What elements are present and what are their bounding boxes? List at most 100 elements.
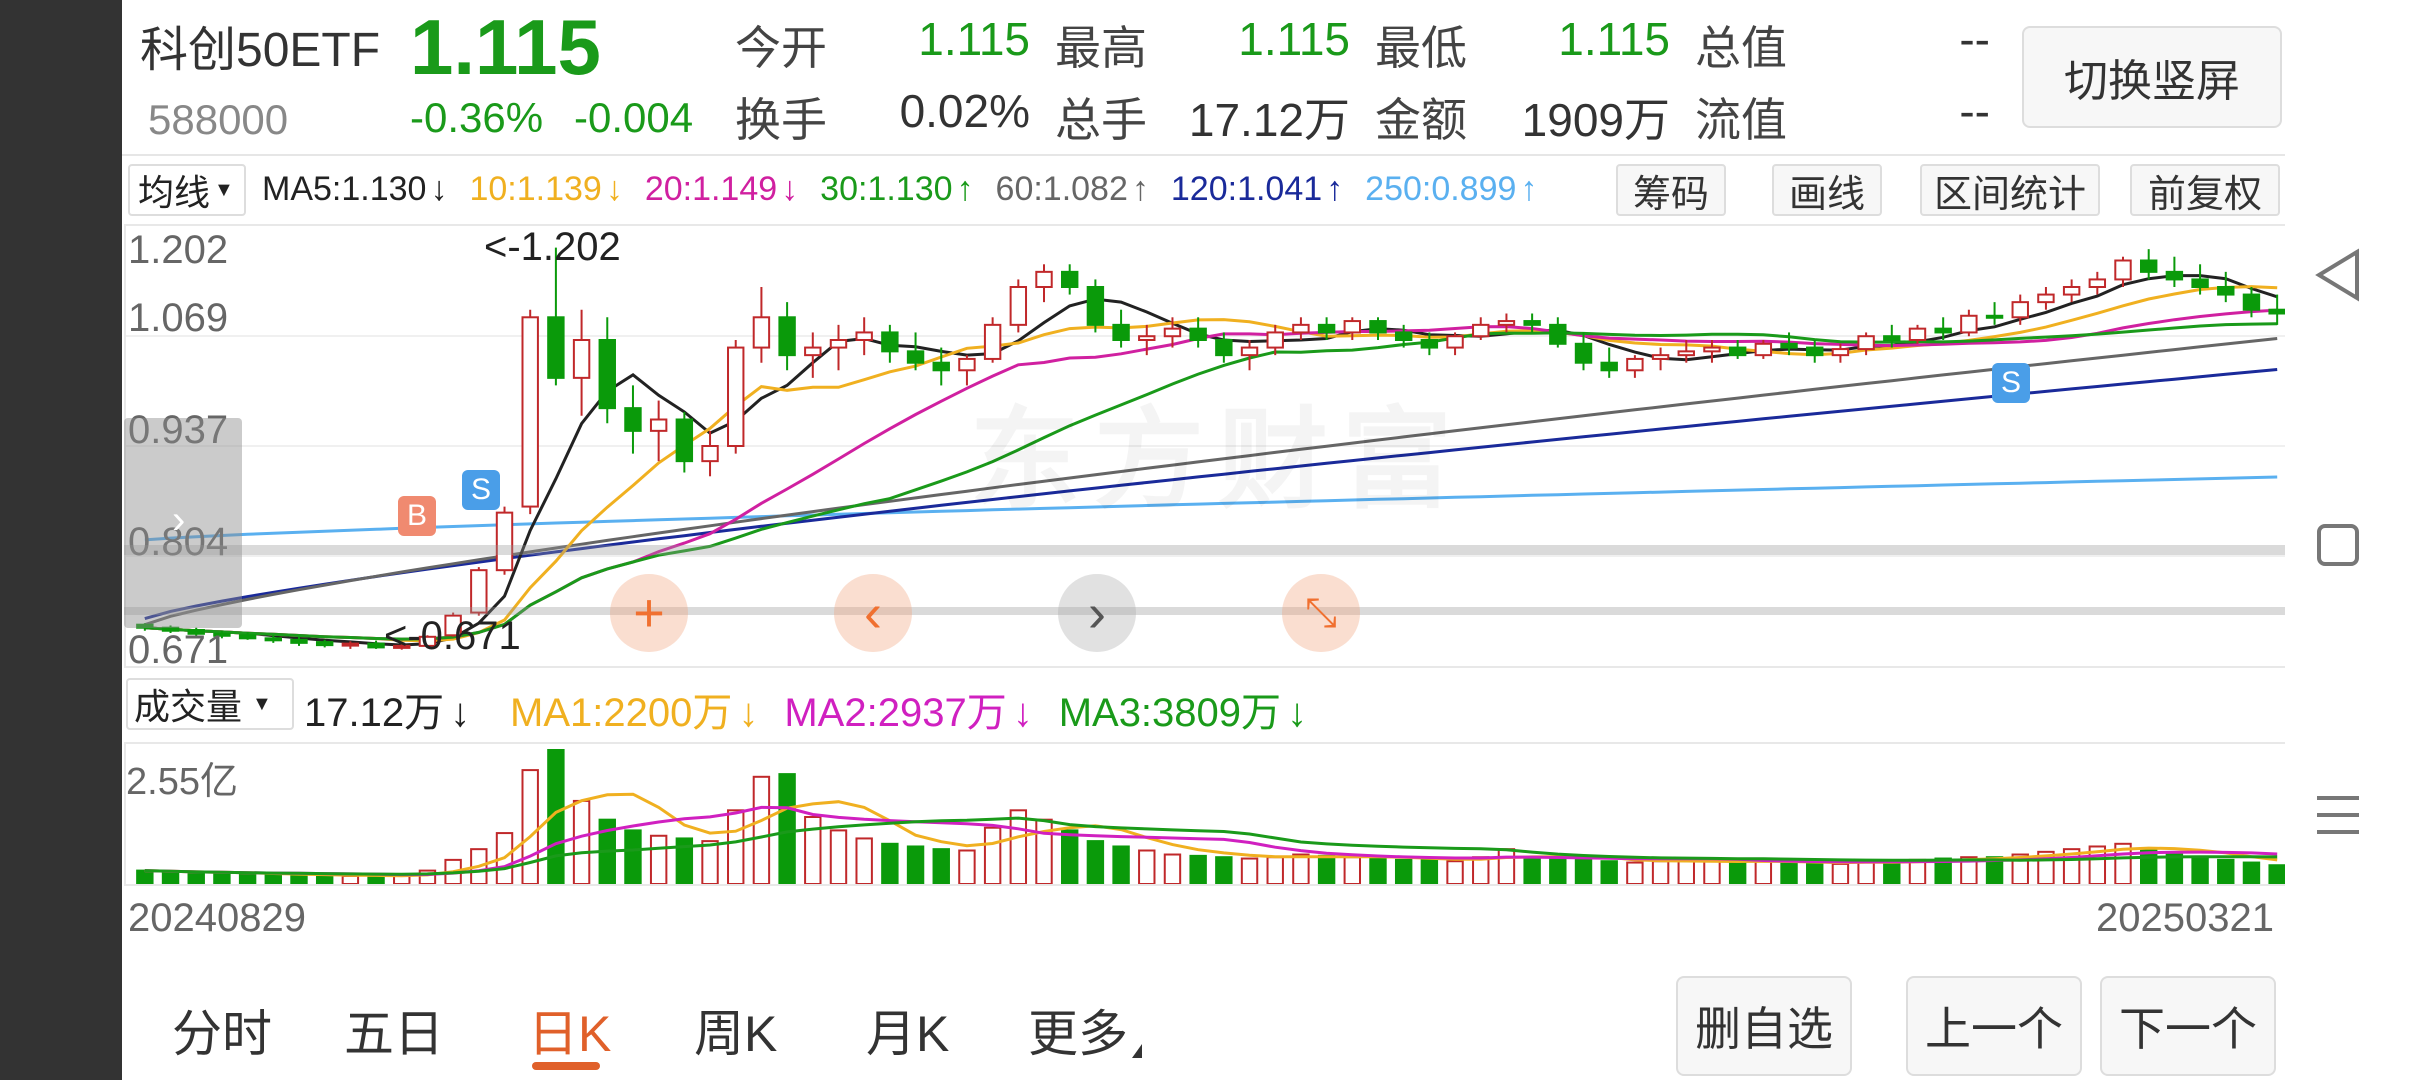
bottom-action-button[interactable]: 删自选 xyxy=(1676,976,1852,1076)
candle xyxy=(1600,347,1618,378)
ma-selector[interactable]: 均线 ▼ xyxy=(128,164,246,216)
candle xyxy=(1626,355,1644,378)
candle xyxy=(804,332,822,378)
candle-body xyxy=(1035,270,1053,289)
ma-value: 30:1.130 ↑ xyxy=(820,170,973,209)
chart-scroll-handle[interactable]: › xyxy=(124,418,242,628)
candle-body xyxy=(881,331,899,353)
candle xyxy=(1549,317,1567,348)
candle-body xyxy=(932,361,950,372)
candle xyxy=(1754,340,1773,359)
volume-value-text: 17.12万 xyxy=(304,691,445,735)
candle-body xyxy=(1857,335,1875,351)
field-value: 0.02% xyxy=(899,85,1030,137)
candle-body xyxy=(495,511,514,572)
candle-body xyxy=(290,638,308,644)
field-value: -- xyxy=(1959,85,1990,137)
zoom-out-button[interactable]: ⤡ xyxy=(1282,574,1360,652)
volume-bar xyxy=(1523,856,1541,884)
back-icon[interactable] xyxy=(2313,248,2363,302)
bottom-action-button[interactable]: 上一个 xyxy=(1906,976,2082,1076)
candle-body xyxy=(1908,327,1927,342)
volume-bar xyxy=(1240,857,1259,884)
ma-trend-arrow: ↑ xyxy=(1326,170,1344,208)
volume-bar xyxy=(315,874,334,884)
candle-body xyxy=(1806,346,1824,357)
candle-body xyxy=(2268,308,2286,315)
ma-value-text: 250:0.899 xyxy=(1365,170,1517,208)
volume-bar xyxy=(778,773,796,884)
candle-body xyxy=(1446,335,1464,349)
volume-ma-text: MA3:3809万 xyxy=(1058,691,1282,735)
menu-lines-icon[interactable] xyxy=(2313,792,2363,838)
chart-tool-button[interactable]: 筹码 xyxy=(1616,164,1726,216)
ma-values-row: MA5:1.130 ↓ 10:1.139 ↓ 20:1.149 ↓ 30:1.130 ↑ 60:… xyxy=(262,170,1537,209)
volume-bar xyxy=(1549,857,1567,884)
chart-tool-button[interactable]: 前复权 xyxy=(2130,164,2280,216)
ma-selector-label: 均线 xyxy=(138,172,211,213)
period-tab[interactable]: 五日 xyxy=(344,994,444,1066)
candle-body xyxy=(1394,331,1413,342)
volume-bar xyxy=(2242,861,2261,884)
candle-body xyxy=(1343,320,1362,334)
sell-signal-badge[interactable]: S xyxy=(462,470,500,510)
ma-value: 250:0.899 ↑ xyxy=(1365,170,1537,209)
candle-body xyxy=(572,339,591,379)
candle-body xyxy=(1677,350,1695,357)
candle-body xyxy=(778,316,796,357)
chart-tool-button[interactable]: 画线 xyxy=(1772,164,1882,216)
period-tab[interactable]: 更多 xyxy=(1028,994,1128,1066)
candle-body xyxy=(1883,335,1901,342)
switch-orientation-button[interactable]: 切换竖屏 xyxy=(2022,26,2282,128)
buy-signal-badge[interactable]: B xyxy=(398,496,436,536)
home-square-icon[interactable] xyxy=(2315,522,2361,568)
candle xyxy=(2268,294,2286,325)
candle xyxy=(1086,279,1105,333)
volume-bar xyxy=(1163,853,1182,884)
candle-body xyxy=(598,339,616,410)
period-tab[interactable]: 周K xyxy=(694,994,777,1066)
chart-tool-button[interactable]: 区间统计 xyxy=(1920,164,2100,216)
candle-body xyxy=(727,346,745,447)
candle-body xyxy=(1831,348,1850,357)
candle-body xyxy=(1574,342,1593,364)
candle xyxy=(727,340,745,454)
bottom-action-button[interactable]: 下一个 xyxy=(2100,976,2276,1076)
candle xyxy=(1112,309,1130,348)
candle-body xyxy=(341,642,360,647)
period-tab[interactable]: 日K xyxy=(528,994,611,1066)
candle-body xyxy=(238,634,257,640)
chevron-right-icon: › xyxy=(172,498,186,542)
candle-body xyxy=(675,418,694,463)
volume-bar xyxy=(161,870,180,884)
candle xyxy=(572,309,591,416)
vol-ma2-line xyxy=(144,805,2278,877)
volume-bar xyxy=(1060,829,1079,884)
candle-body xyxy=(2165,270,2184,281)
volume-bar xyxy=(829,829,848,884)
period-tab[interactable]: 分时 xyxy=(172,994,272,1066)
zoom-in-button[interactable]: + xyxy=(610,574,688,652)
volume-bar xyxy=(367,874,385,884)
candle xyxy=(752,287,771,363)
vol-ma3-line xyxy=(144,816,2278,876)
ma-value: MA5:1.130 ↓ xyxy=(262,170,447,209)
field-value: 1.115 xyxy=(918,13,1030,65)
volume-bar xyxy=(1112,845,1130,884)
volume-bar xyxy=(752,775,771,884)
ma-value: 20:1.149 ↓ xyxy=(645,170,798,209)
ma-trend-arrow: ↑ xyxy=(1520,170,1538,208)
scroll-right-button[interactable]: › xyxy=(1058,574,1136,652)
candle-body xyxy=(1626,357,1644,372)
candle xyxy=(1831,343,1850,363)
volume-chart-area[interactable] xyxy=(124,742,2298,886)
chevron-left-icon: ‹ xyxy=(864,583,882,643)
scroll-left-button[interactable]: ‹ xyxy=(834,574,912,652)
period-tab[interactable]: 月K xyxy=(866,994,949,1066)
candle-body xyxy=(1292,323,1310,334)
sell-signal-badge-2[interactable]: S xyxy=(1992,363,2030,403)
volume-bar xyxy=(1626,861,1644,884)
high-price-marker: <-1.202 xyxy=(484,225,621,269)
candle-body xyxy=(1215,339,1233,357)
volume-indicator-selector[interactable]: 成交量 ▼ xyxy=(126,678,294,730)
